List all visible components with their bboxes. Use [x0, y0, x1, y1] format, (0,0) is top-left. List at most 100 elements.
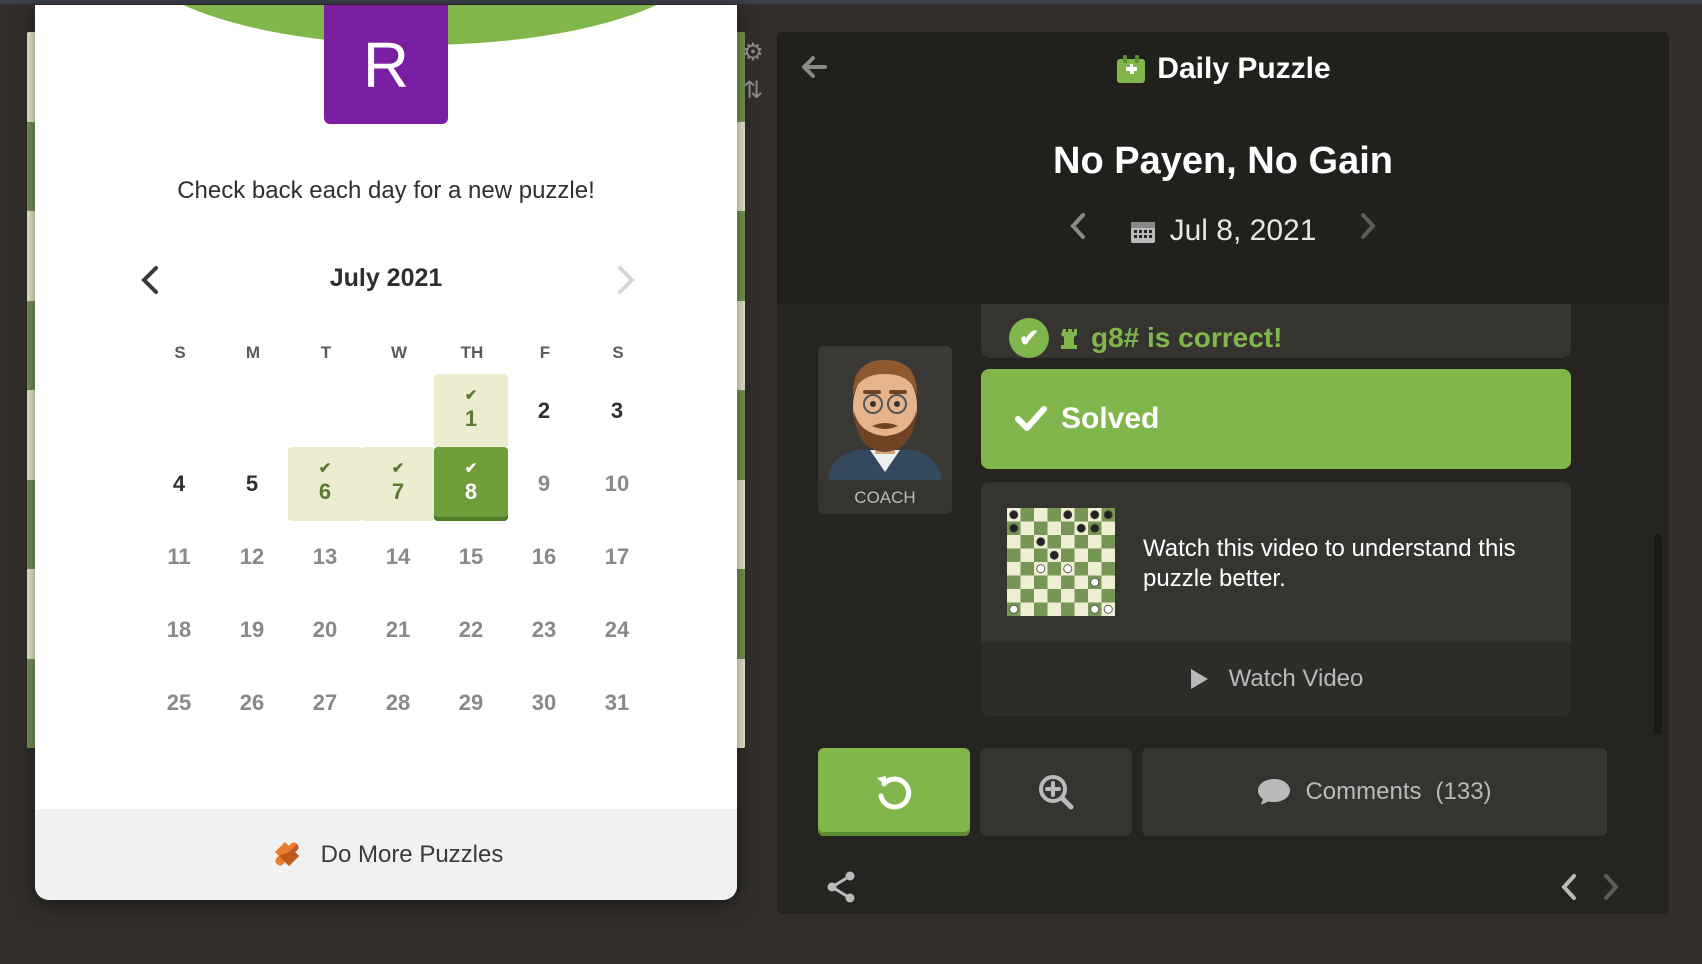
thumbnail-square: [1088, 562, 1102, 576]
calendar-day-solved[interactable]: ✔ 7: [361, 447, 435, 521]
calendar-day-solved[interactable]: ✔ 6: [288, 447, 362, 521]
weekday-header: S M T W TH F S: [142, 343, 638, 363]
calendar-day-selected[interactable]: ✔ 8: [434, 447, 508, 521]
correct-move-text: g8# is correct!: [1091, 322, 1283, 353]
thumbnail-square: [1047, 575, 1061, 589]
thumbnail-piece: [1090, 577, 1100, 587]
day-number: 28: [385, 690, 411, 715]
calendar-day[interactable]: 3: [580, 374, 654, 448]
day-number: 30: [531, 690, 557, 715]
thumbnail-square: [1020, 535, 1034, 549]
thumbnail-square: [1047, 535, 1061, 549]
day-number: 6: [318, 479, 332, 504]
thumbnail-square: [1101, 589, 1115, 603]
day-number: 31: [604, 690, 630, 715]
calendar-day: 10: [580, 447, 654, 521]
previous-puzzle-button[interactable]: [1558, 870, 1580, 913]
chevron-right-icon: [618, 266, 635, 294]
thumbnail-square: [1007, 535, 1021, 549]
thumbnail-piece: [1009, 523, 1019, 533]
footer-label: Do More Puzzles: [320, 840, 504, 868]
avatar: R: [324, 5, 448, 124]
day-number: 13: [312, 544, 338, 569]
day-number: 20: [312, 617, 338, 642]
date-display[interactable]: Jul 8, 2021: [1108, 214, 1339, 248]
watch-video-button[interactable]: Watch Video: [981, 642, 1571, 716]
thumbnail-square: [1074, 575, 1088, 589]
do-more-puzzles-button[interactable]: Do More Puzzles: [35, 809, 737, 900]
thumbnail-square: [1061, 575, 1075, 589]
date-navigation: Jul 8, 2021: [777, 209, 1669, 252]
thumbnail-square: [1047, 589, 1061, 603]
panel-title-row: Daily Puzzle: [777, 52, 1669, 86]
thumbnail-piece: [1090, 523, 1100, 533]
calendar-day-solved[interactable]: ✔ 1: [434, 374, 508, 448]
thumbnail-square: [1034, 589, 1048, 603]
day-number: 15: [458, 544, 484, 569]
video-description: Watch this video to understand this puzz…: [1143, 535, 1516, 592]
puzzle-piece-icon: [274, 841, 299, 866]
day-number: 10: [604, 471, 630, 496]
calendar-day: 14: [361, 520, 435, 594]
thumbnail-square: [1034, 575, 1048, 589]
analysis-button[interactable]: [980, 748, 1132, 836]
thumbnail-square: [1061, 521, 1075, 535]
move-feedback-feed: ✔ g8# is correct! COACH Solved Watch thi…: [777, 304, 1669, 734]
thumbnail-piece: [1049, 550, 1059, 560]
thumbnail-square: [1034, 548, 1048, 562]
calendar-day[interactable]: 5: [215, 447, 289, 521]
day-number: 25: [166, 690, 192, 715]
thumbnail-square: [1101, 562, 1115, 576]
gear-icon[interactable]: ⚙: [738, 38, 768, 76]
correct-move-row: ✔ g8# is correct!: [1009, 318, 1282, 358]
puzzle-side-panel: Daily Puzzle No Payen, No Gain Jul 8, 20…: [777, 32, 1669, 914]
day-number: 9: [537, 471, 551, 496]
next-puzzle-button[interactable]: [1600, 870, 1622, 913]
feed-scrollbar[interactable]: [1654, 534, 1662, 734]
thumbnail-square: [1007, 562, 1021, 576]
day-number: 23: [531, 617, 557, 642]
thumbnail-square: [1061, 535, 1075, 549]
weekday-label: S: [612, 343, 624, 362]
thumbnail-piece: [1063, 510, 1073, 520]
check-icon: ✔: [464, 387, 478, 404]
next-day-button[interactable]: [1338, 209, 1398, 252]
share-button[interactable]: [825, 870, 857, 909]
thumbnail-square: [1047, 562, 1061, 576]
next-month-button[interactable]: [613, 260, 653, 300]
thumbnail-square: [1020, 508, 1034, 522]
calendar-day: 21: [361, 593, 435, 667]
comments-button[interactable]: Comments (133): [1142, 748, 1607, 836]
comments-label: Comments: [1305, 778, 1422, 805]
magnifier-plus-icon: [1039, 775, 1074, 810]
retry-button[interactable]: [818, 748, 970, 836]
thumbnail-square: [1061, 548, 1075, 562]
calendar-day: 13: [288, 520, 362, 594]
calendar-icon: [1130, 221, 1155, 243]
thumbnail-square: [1034, 521, 1048, 535]
day-number: 3: [610, 398, 624, 423]
panel-header: Daily Puzzle No Payen, No Gain Jul 8, 20…: [777, 32, 1669, 304]
weekday-label: S: [174, 343, 186, 362]
day-number: 19: [239, 617, 265, 642]
calendar-day: 26: [215, 666, 289, 740]
calendar-day: 19: [215, 593, 289, 667]
thumbnail-square: [1074, 548, 1088, 562]
correct-move-message: ✔ g8# is correct!: [981, 304, 1571, 358]
thumbnail-square: [1088, 589, 1102, 603]
previous-day-button[interactable]: [1048, 209, 1108, 252]
calendar-day[interactable]: 4: [142, 447, 216, 521]
calendar-day: 15: [434, 520, 508, 594]
weekday-label: M: [245, 343, 261, 362]
day-number: 16: [531, 544, 557, 569]
calendar-day: 24: [580, 593, 654, 667]
thumbnail-square: [1007, 548, 1021, 562]
day-number: 14: [385, 544, 411, 569]
video-thumbnail-board[interactable]: [1007, 508, 1115, 616]
thumbnail-square: [1034, 602, 1048, 616]
day-number: 26: [239, 690, 265, 715]
calendar-day[interactable]: 2: [507, 374, 581, 448]
flip-board-icon[interactable]: ⇅: [738, 76, 768, 114]
thumbnail-piece: [1036, 537, 1046, 547]
window-top-bar: [0, 0, 1702, 4]
